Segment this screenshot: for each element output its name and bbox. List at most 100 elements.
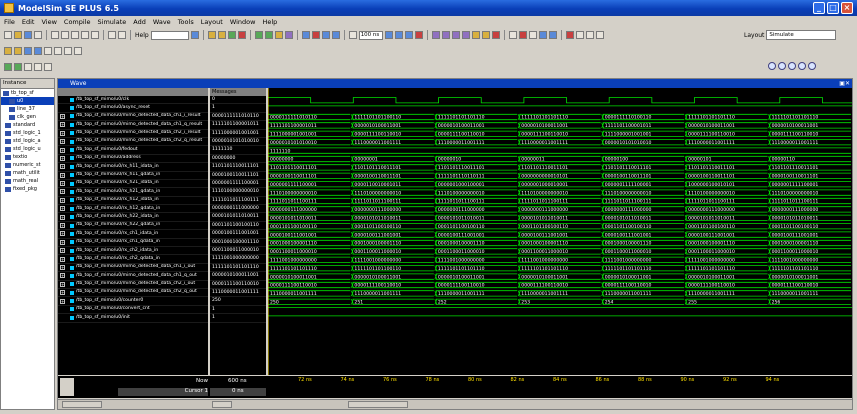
wave-insert-icon[interactable]: [264, 31, 273, 39]
instance-item[interactable]: math_utilit: [1, 169, 54, 177]
instance-item[interactable]: clk_gen: [1, 113, 54, 121]
signal-row[interactable]: + /tb_top_sf_mimo/u0/mimo_detected_data_c…: [58, 289, 208, 298]
expand-icon[interactable]: +: [60, 223, 65, 229]
run-all-icon[interactable]: [404, 31, 413, 39]
menu-file[interactable]: File: [4, 18, 15, 26]
instance-item[interactable]: std_logic_a: [1, 137, 54, 145]
signal-row[interactable]: + /tb_top_sf_mimo/u0/address: [58, 155, 208, 164]
copy-icon[interactable]: [61, 31, 69, 39]
edit-invert-icon[interactable]: [585, 31, 594, 39]
step-back-icon[interactable]: [24, 47, 32, 55]
cursor-remove-icon[interactable]: [548, 31, 557, 39]
signal-row[interactable]: + /tb_top_sf_mimo/u0/rx_h22_idata_in: [58, 213, 208, 222]
signal-row[interactable]: + /tb_top_sf_mimo/u0/mimo_detected_data_c…: [58, 113, 208, 122]
simulate-icon[interactable]: [227, 31, 236, 39]
menu-edit[interactable]: Edit: [22, 18, 35, 26]
menu-compile[interactable]: Compile: [64, 18, 91, 26]
restart-icon[interactable]: [348, 31, 357, 39]
expand-icon[interactable]: +: [60, 164, 65, 170]
instance-item[interactable]: math_real: [1, 177, 54, 185]
signal-row[interactable]: + /tb_top_sf_mimo/u0/fedout: [58, 146, 208, 155]
instance-item[interactable]: numeric_st: [1, 161, 54, 169]
layout-dropdown[interactable]: Simulate: [766, 30, 837, 40]
signal-row[interactable]: + /tb_top_sf_mimo/u0/rx_h21_idata_in: [58, 180, 208, 189]
signal-row[interactable]: + /tb_top_sf_mimo/u0/rx_h12_idata_in: [58, 197, 208, 206]
save-icon[interactable]: [24, 31, 32, 39]
expand-icon[interactable]: +: [60, 206, 65, 212]
signal-row[interactable]: + /tb_top_sf_mimo/u0/mimo_detected_data_c…: [58, 281, 208, 289]
menu-wave[interactable]: Wave: [153, 18, 171, 26]
run-continue-icon[interactable]: [394, 31, 403, 39]
expand-icon[interactable]: +: [60, 197, 65, 203]
wave-add-icon[interactable]: [254, 31, 263, 39]
instance-item[interactable]: fixed_pkg: [1, 185, 54, 193]
close-button[interactable]: ×: [841, 2, 853, 14]
disabled-d-icon[interactable]: [74, 47, 82, 55]
step-out-icon[interactable]: [451, 31, 460, 39]
zoom-full-icon[interactable]: [788, 62, 796, 70]
expand-icon[interactable]: +: [60, 256, 65, 262]
signal-row[interactable]: + /tb_top_sf_mimo/u0/mimo_detected_data_c…: [58, 138, 208, 147]
help-search-input[interactable]: [150, 30, 189, 40]
expand-icon[interactable]: +: [60, 181, 65, 187]
wave-height-icon[interactable]: [34, 63, 42, 71]
expand-icon[interactable]: +: [60, 214, 65, 220]
expand-icon[interactable]: +: [60, 239, 65, 245]
signal-row[interactable]: + /tb_top_sf_mimo/u0/rx_h11_idata_in: [58, 163, 208, 172]
signal-row[interactable]: /tb_top_sf_mimo/u0/clk: [58, 96, 208, 105]
disabled-a-icon[interactable]: [44, 47, 52, 55]
signal-row[interactable]: + /tb_top_sf_mimo/u0/mimo_detected_data_c…: [58, 264, 208, 273]
signal-row[interactable]: + /tb_top_sf_mimo/u0/rx_h11_qdata_in: [58, 172, 208, 180]
back-arrow-icon[interactable]: [321, 31, 330, 39]
expand-icon[interactable]: +: [60, 189, 65, 195]
signal-row[interactable]: /tb_top_sf_mimo/u0/async_reset: [58, 104, 208, 113]
expand-icon[interactable]: +: [60, 265, 65, 270]
expand-icon[interactable]: +: [60, 248, 65, 254]
signal-row[interactable]: + /tb_top_sf_mimo/u0/rx_h21_qdata_in: [58, 188, 208, 197]
undo-icon[interactable]: [81, 31, 89, 39]
open-folder-icon[interactable]: [14, 31, 22, 39]
expand-icon[interactable]: +: [60, 298, 65, 304]
cursor-add-icon[interactable]: [538, 31, 547, 39]
signal-row[interactable]: + /tb_top_sf_mimo/u0/rx_ch2_qdata_in: [58, 255, 208, 264]
menu-window[interactable]: Window: [230, 18, 256, 26]
signal-row[interactable]: + /tb_top_sf_mimo/u0/rx_ch1_idata_in: [58, 230, 208, 239]
paste-icon[interactable]: [71, 31, 79, 39]
waveform-pane[interactable]: 0000111111010110 1111101101100110 11111011…: [268, 88, 852, 375]
wave-window-close-icon[interactable]: ▣✕: [839, 79, 850, 88]
expand-icon[interactable]: +: [60, 231, 65, 237]
step-forward-icon[interactable]: [461, 31, 470, 39]
remove-breakpoint-icon[interactable]: [14, 47, 22, 55]
up-arrow-icon[interactable]: [311, 31, 320, 39]
run-length-input[interactable]: 100 ns: [358, 30, 383, 40]
cursor-label[interactable]: Cursor 1: [118, 388, 208, 396]
maximize-button[interactable]: □: [827, 2, 839, 14]
instance-item[interactable]: tb_top_sf: [1, 89, 54, 97]
print-icon[interactable]: [34, 31, 42, 39]
library-icon[interactable]: [118, 31, 126, 39]
edit-cut-icon[interactable]: [565, 31, 574, 39]
break-icon[interactable]: [237, 31, 246, 39]
new-file-icon[interactable]: [4, 31, 12, 39]
menu-simulate[interactable]: Simulate: [98, 18, 127, 26]
wave-radix-icon[interactable]: [24, 63, 32, 71]
expand-icon[interactable]: +: [60, 130, 65, 136]
menu-view[interactable]: View: [41, 18, 56, 26]
signal-row[interactable]: + /tb_top_sf_mimo/u0/mimo_detected_data_c…: [58, 130, 208, 138]
menu-add[interactable]: Add: [133, 18, 146, 26]
horizontal-scrollbar[interactable]: [58, 399, 852, 409]
instance-item[interactable]: standard: [1, 121, 54, 129]
expand-icon[interactable]: +: [60, 122, 65, 128]
zoom-range-icon[interactable]: [808, 62, 816, 70]
wave-format-icon[interactable]: [4, 63, 12, 71]
signal-row[interactable]: + /tb_top_sf_mimo/u0/mimo_detected_data_c…: [58, 121, 208, 130]
wave-group-icon[interactable]: [284, 31, 293, 39]
menu-help[interactable]: Help: [262, 18, 277, 26]
zoom-out-icon[interactable]: [778, 62, 786, 70]
add-breakpoint-icon[interactable]: [4, 47, 12, 55]
wave-combine-icon[interactable]: [44, 63, 52, 71]
help-search-icon[interactable]: [190, 31, 199, 39]
minimize-button[interactable]: _: [813, 2, 825, 14]
step-icon[interactable]: [301, 31, 310, 39]
continue-icon[interactable]: [471, 31, 480, 39]
